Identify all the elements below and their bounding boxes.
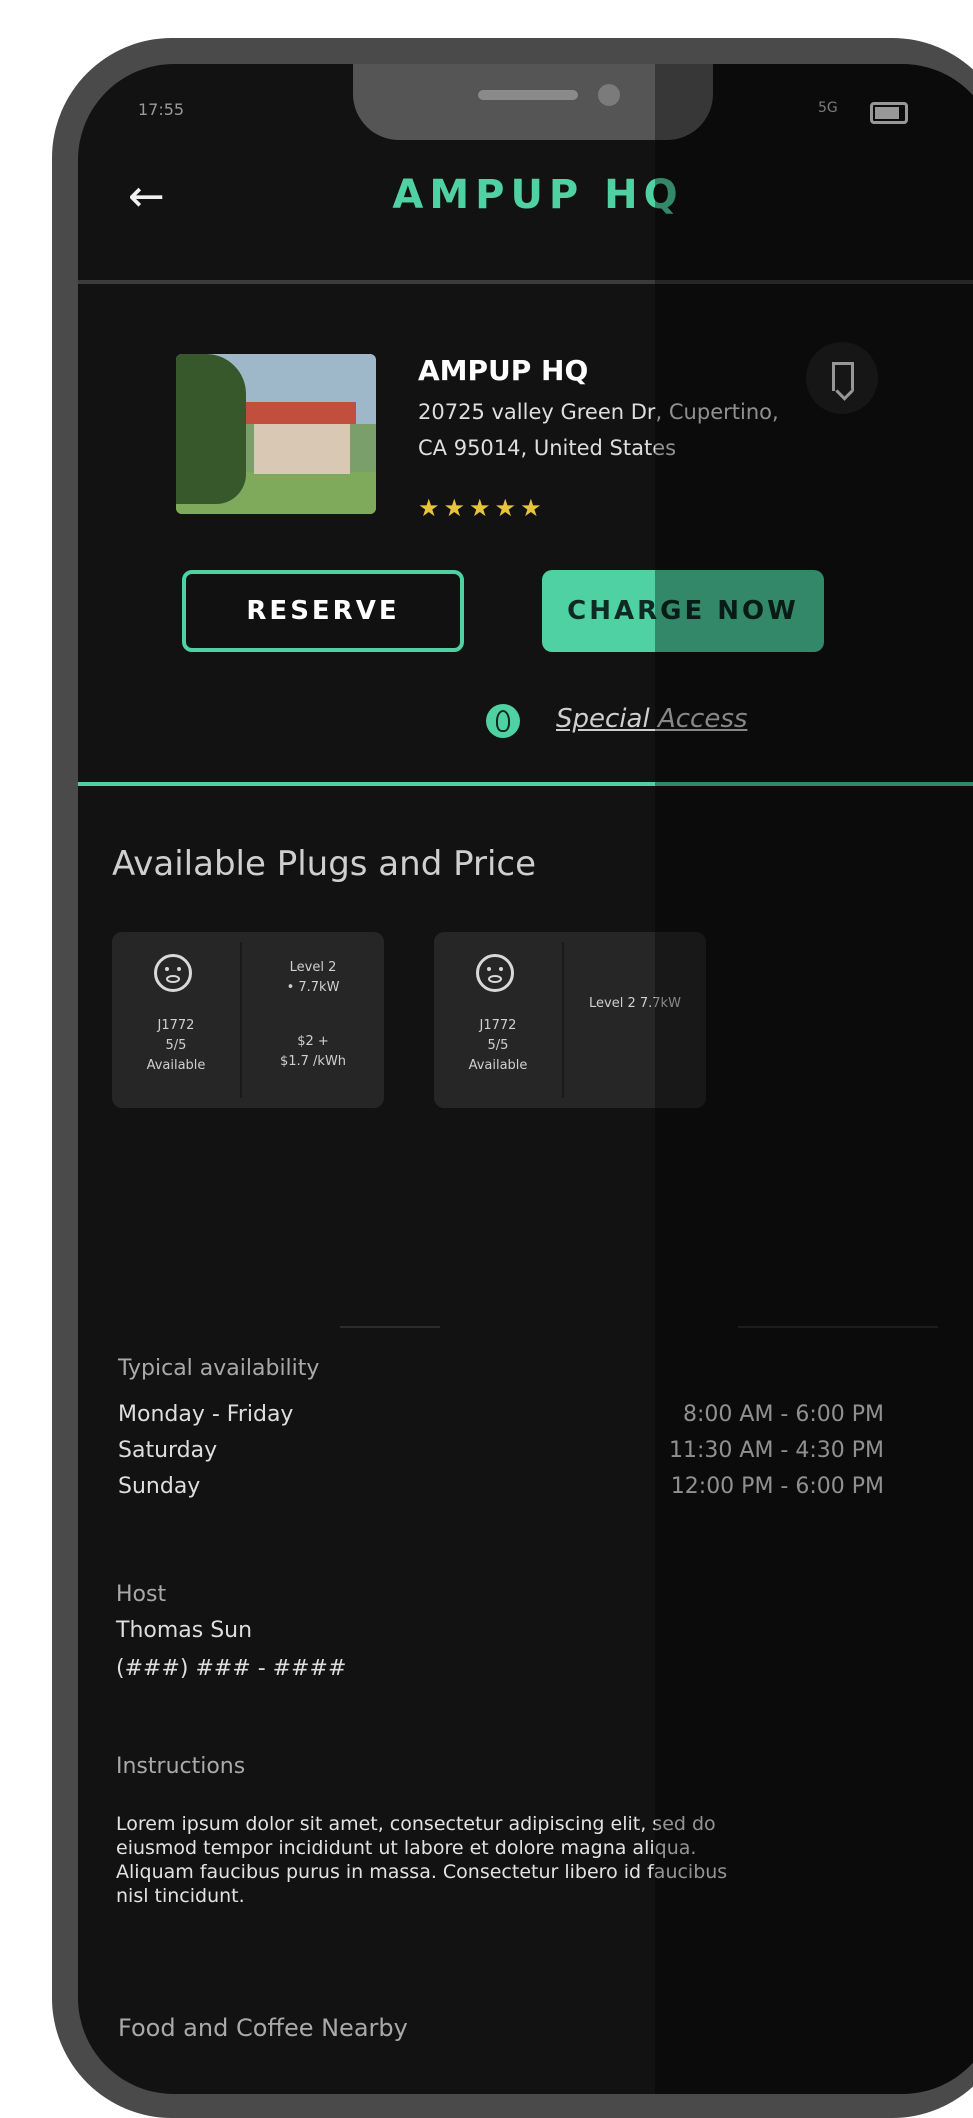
plug-status: Available [468,1058,528,1073]
plug-count: 5/5 [165,1038,187,1053]
instructions-label: Instructions [116,1754,246,1779]
page-title: AMPUP HQ [392,172,684,218]
plug-connector-icon [154,954,192,992]
plugs-section-title: Available Plugs and Price [112,844,537,884]
availability-day: Monday - Friday [118,1402,294,1427]
food-coffee-nearby-label: Food and Coffee Nearby [118,2014,408,2042]
divider-line [340,1326,440,1328]
plug-level-info: Level 2 • 7.7kW [246,958,380,998]
availability-day: Sunday [118,1474,201,1499]
key-icon [486,704,520,738]
app-screen: 17:55 5G ← AMPUP HQ AMPUP HQ 20725 valle… [78,64,973,2094]
plug-info: J1772 5/5 Available [118,1016,234,1076]
battery-icon [870,102,908,124]
charge-now-button[interactable]: CHARGE NOW [542,570,824,652]
special-access-label: Special Access [556,704,748,734]
plug-power: • 7.7kW [286,980,340,995]
bookmark-icon [832,362,854,391]
availability-label: Typical availability [118,1356,320,1381]
bookmark-button[interactable] [806,342,878,414]
plug-count: 5/5 [487,1038,509,1053]
host-name: Thomas Sun [116,1618,253,1643]
plug-connector: J1772 [157,1018,195,1033]
availability-hours: 11:30 AM - 4:30 PM [669,1438,884,1463]
host-label: Host [116,1582,167,1607]
plug-info: J1772 5/5 Available [440,1016,556,1076]
section-divider [78,782,973,786]
host-phone[interactable]: (###) ### - #### [116,1656,346,1681]
photo-wall [254,424,350,474]
status-signal: 5G [818,100,838,116]
plug-connector: J1772 [479,1018,517,1033]
availability-hours: 8:00 AM - 6:00 PM [683,1402,884,1427]
availability-day: Saturday [118,1438,218,1463]
phone-notch [353,64,713,140]
plug-level: Level 2 [289,960,337,975]
plug-card-divider [240,942,242,1098]
station-address: 20725 valley Green Dr, Cupertino, CA 950… [418,400,779,460]
header-divider [78,280,973,284]
photo-roof [246,402,356,424]
instructions-text: Lorem ipsum dolor sit amet, consectetur … [116,1813,728,1907]
plug-card-divider [562,942,564,1098]
speaker-grille [478,90,578,100]
plug-level-power: Level 2 7.7kW [589,996,681,1011]
status-time: 17:55 [138,100,185,119]
station-name: AMPUP HQ [418,354,589,387]
rating-stars: ★★★★★ [418,494,546,522]
plug-card[interactable]: J1772 5/5 Available Level 2 7.7kW [434,932,706,1108]
front-camera [598,84,620,106]
plug-status: Available [146,1058,206,1073]
plug-card[interactable]: J1772 5/5 Available Level 2 • 7.7kW $2 +… [112,932,384,1108]
plug-price-kwh: $1.7 /kWh [279,1054,347,1069]
plug-connector-icon [476,954,514,992]
station-photo[interactable] [176,354,376,514]
availability-hours: 12:00 PM - 6:00 PM [670,1474,884,1499]
plug-price: $2 + $1.7 /kWh [246,1032,380,1072]
photo-tree [176,354,246,504]
reserve-button[interactable]: RESERVE [182,570,464,652]
divider-line [738,1326,938,1328]
plug-price-base: $2 + [297,1034,329,1049]
